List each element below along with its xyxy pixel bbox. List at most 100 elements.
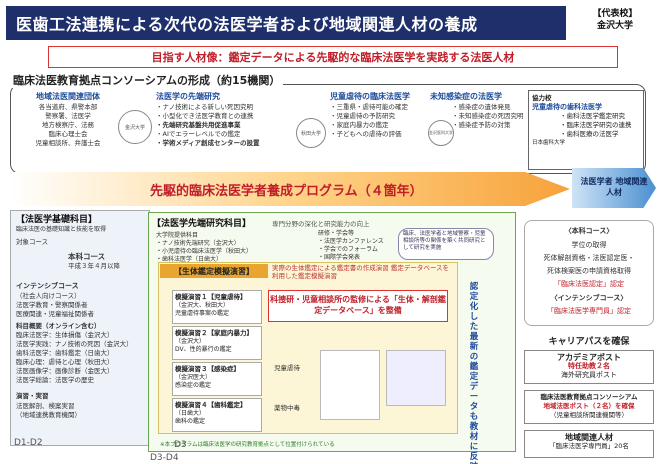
exercise-line: DV、性的暴行の鑑定 (175, 346, 232, 353)
group-head: 地域法医関連団体 (36, 92, 100, 101)
intensive-lines: （社会人向けコース） 法医学教育・警察関係者 医療関連・児童福祉関係者 (16, 292, 94, 319)
intensive-line: 医療関連・児童福祉関係者 (16, 310, 94, 318)
program-note: ※本プログラムは臨床法医学の研究教育拠点として位置付けられている (160, 442, 335, 448)
basic-subjects-sub: 臨床法医の基礎知識と技能を取得 (16, 226, 107, 233)
cons-post-sub: （児童相談所関連機関等） (550, 411, 628, 419)
group-line: 各当道府、県警本部 (38, 103, 98, 111)
advanced-subjects-sub: 専門分野の深化と研究能力の向上 (272, 220, 370, 228)
basic-level-label: D1-D2 (14, 438, 43, 448)
practice-line: 法医解剖、検案実習 (16, 402, 75, 410)
practice-lines: 法医解剖、検案実習 （地域連携教育機関） (16, 402, 81, 420)
consortium-group-infection: 未知感染症の法医学 ・感染症の遺体発見 ・未知感染症の死因究明 ・感染症予防の対… (430, 92, 526, 130)
course-outcome-text: 〈本科コース〉 学位の取得 死体解剖資格・法医認定医・ 死体検案医の申請資格取得… (522, 226, 656, 316)
kanazawa-logo: 金沢大学 (118, 110, 152, 144)
cooperating-school: 日本歯科大学 (532, 140, 566, 146)
research-line: ・法医学カンファレンス (318, 238, 384, 245)
online-line: 臨床心理：虐待と心理（秋田大） (16, 358, 114, 366)
practice-label: 演習・実習 (16, 392, 49, 400)
cooperating-school-box: 協力校 児童虐待の歯科法医学 ・歯科法医学鑑定研究 ・臨床法医学研究の連携 ・歯… (528, 90, 644, 170)
target-label: 対象コース (16, 238, 49, 246)
exercise-card: 模擬演習１【児童虐待】 （金沢大、秋田大） 児童虐待事案の鑑定 (172, 290, 262, 324)
consortium-group-regional: 地域法医関連団体 各当道府、県警本部 警察署、法医学 地方検察庁、法務 臨床心理… (18, 92, 118, 148)
group-head: 児童虐待の臨床法医学 (330, 92, 410, 101)
cons-post-heading: 臨床法医教育拠点コンソーシアム (540, 393, 638, 401)
online-label: 科目概要（オンライン含む） (16, 322, 101, 330)
exercise-line: 児童虐待事案の鑑定 (175, 310, 230, 317)
database-chart-placeholder (320, 350, 380, 420)
group-line: ・学術メディア創成センターの設置 (156, 139, 260, 147)
academic-post-box: アカデミアポスト 特任助教２名 海外研究員ポスト (524, 350, 654, 384)
exercise-card: 模擬演習３【感染症】 （金沢医大） 感染症の鑑定 (172, 362, 262, 396)
group-line: 警察署、法医学 (45, 112, 91, 120)
honka-heading: 〈本科コース〉 (564, 227, 614, 235)
lab-exercise-head: 【生体鑑定模擬演習】 (160, 264, 268, 278)
institution-name: 金沢大学 (596, 21, 633, 31)
intensive-line: 法医学教育・警察関係者 (16, 301, 88, 309)
intensive-line: （社会人向けコース） (16, 292, 81, 300)
exercise-title: 模擬演習４【歯科鑑定】 (175, 401, 247, 409)
group-line: ・小型化でき法医学教育との連携 (156, 112, 254, 120)
group-line: ・感染症予防の対策 (452, 121, 511, 129)
outcome-text: 法医学者 地域関連人材 (580, 177, 648, 197)
group-line: ・AIでエラーレベルでの鑑定 (156, 130, 241, 138)
exercise-title: 模擬演習１【児童虐待】 (175, 293, 247, 301)
cooperating-line: ・臨床法医学研究の連携 (560, 121, 632, 129)
academic-red: 特任助教２名 (568, 362, 610, 370)
research-bubble: 臨床、法医学者と地域警察・児童相談所等の関係を築く共同研究として研究を実施 (398, 228, 494, 260)
level-d3: D3 (174, 440, 187, 450)
practice-line: （地域連携教育機関） (16, 411, 81, 419)
group-line: 児童相談所、弁護士会 (35, 139, 101, 147)
goal-banner: 目指す人材像：鑑定データによる先駆的な臨床法医学を実践する法医人材 (48, 46, 618, 68)
honka-line: 学位の取得 (571, 241, 607, 249)
univ-line: 大学院提供科目 (156, 232, 199, 239)
group-line: ・子どもへの虐待の評価 (330, 130, 402, 138)
group-line: ・感染症の遺体発見 (452, 103, 511, 111)
research-line: 研修・学会等 (318, 230, 355, 237)
vertical-note: 認定化した最新の鑑定データも教材に反映 (469, 282, 479, 464)
akita-logo: 秋田大学 (296, 118, 326, 148)
honka-line: 死体解剖資格・法医認定医・ (543, 254, 635, 262)
logo-label: 金沢大学 (124, 124, 145, 131)
exercise-line: （金沢大） (175, 338, 206, 345)
consortium-post-box: 臨床法医教育拠点コンソーシアム 地域法医ポスト（２名）を確保 （児童相談所関連機… (524, 390, 654, 424)
cooperating-label: 協力校 (532, 94, 552, 102)
group-line: ・未知感染症の死因究明 (452, 112, 524, 120)
group-line: 地方検察庁、法務 (42, 121, 94, 129)
univ-course-list: 大学院提供科目 ・ナノ技術先端研究（金沢大） ・小児虐待の臨床法医学（秋田大） … (156, 232, 252, 264)
institution-block: 【代表校】 金沢大学 (572, 8, 658, 32)
intensive-heading: 〈インテンシブコース〉 (550, 294, 628, 302)
honka-line: 死体検案医の申請資格取得 (547, 267, 631, 275)
program-title: 先駆的臨床法医学者養成プログラム（４箇年） (150, 184, 423, 199)
univ-line: ・小児虐待の臨床法医学（秋田大） (156, 248, 253, 255)
career-path-title: キャリアパスを確保 (548, 337, 630, 347)
honka-sub: 平成３年４月以降 (68, 262, 120, 270)
exercise-title: 模擬演習２【家庭内暴力】 (175, 329, 253, 337)
intensive-course: インテンシブコース (16, 282, 79, 290)
group-head: 未知感染症の法医学 (430, 92, 502, 101)
group-line: ・ナノ技術による新しい死因究明 (156, 103, 253, 111)
exercise-title: 模擬演習３【感染症】 (175, 365, 240, 373)
group-line: ・児童虐待の予防研究 (330, 112, 395, 120)
online-line: 臨床法医学：生体損傷（金沢大） (16, 331, 114, 339)
page-title: 医歯工法連携による次代の法医学者および地域関連人材の養成 (6, 6, 566, 40)
lab-exercise-sub: 実際の生体鑑定による鑑定書の作成演習 鑑定データベースを利用した鑑定模擬演習 (272, 264, 450, 280)
exercise-line: （金沢大、秋田大） (175, 302, 230, 309)
consortium-group-child-abuse: 児童虐待の臨床法医学 ・三重県・虐待可能の確定 ・児童虐待の予防研究 ・家庭内暴… (330, 92, 426, 139)
group-line: ・家庭内暴力の鑑定 (330, 121, 389, 129)
advanced-subjects-head: 【法医学先端研究科目】 (152, 219, 252, 229)
exercise-card: 模擬演習２【家庭内暴力】 （金沢大） DV、性的暴行の鑑定 (172, 326, 262, 360)
group-head: 法医学の先端研究 (156, 92, 220, 101)
group-line: ・先端研究基盤共用促進事業 (156, 121, 241, 129)
exercise-line: 歯科の鑑定 (175, 418, 206, 425)
academic-heading: アカデミアポスト (557, 353, 621, 362)
exercise-line: （金沢医大） (175, 374, 212, 381)
cooperating-line: ・歯科法医学鑑定研究 (560, 112, 625, 120)
level-d3-d4: D3-D4 (150, 453, 179, 463)
cooperating-head: 児童虐待の歯科法医学 (532, 103, 602, 111)
online-line: 歯科法医学：歯科鑑定（日歯大） (16, 349, 114, 357)
category-child-abuse: 児童虐待 (274, 364, 300, 372)
online-line: 法医学実践：ナノ技術の死因（金沢大） (16, 340, 133, 348)
consortium-title: 臨床法医教育拠点コンソーシアムの形成（約15機関） (10, 72, 284, 88)
regional-sub: 「臨床法医学専門員」20名 (549, 442, 629, 450)
academic-sub: 海外研究員ポスト (561, 371, 617, 379)
